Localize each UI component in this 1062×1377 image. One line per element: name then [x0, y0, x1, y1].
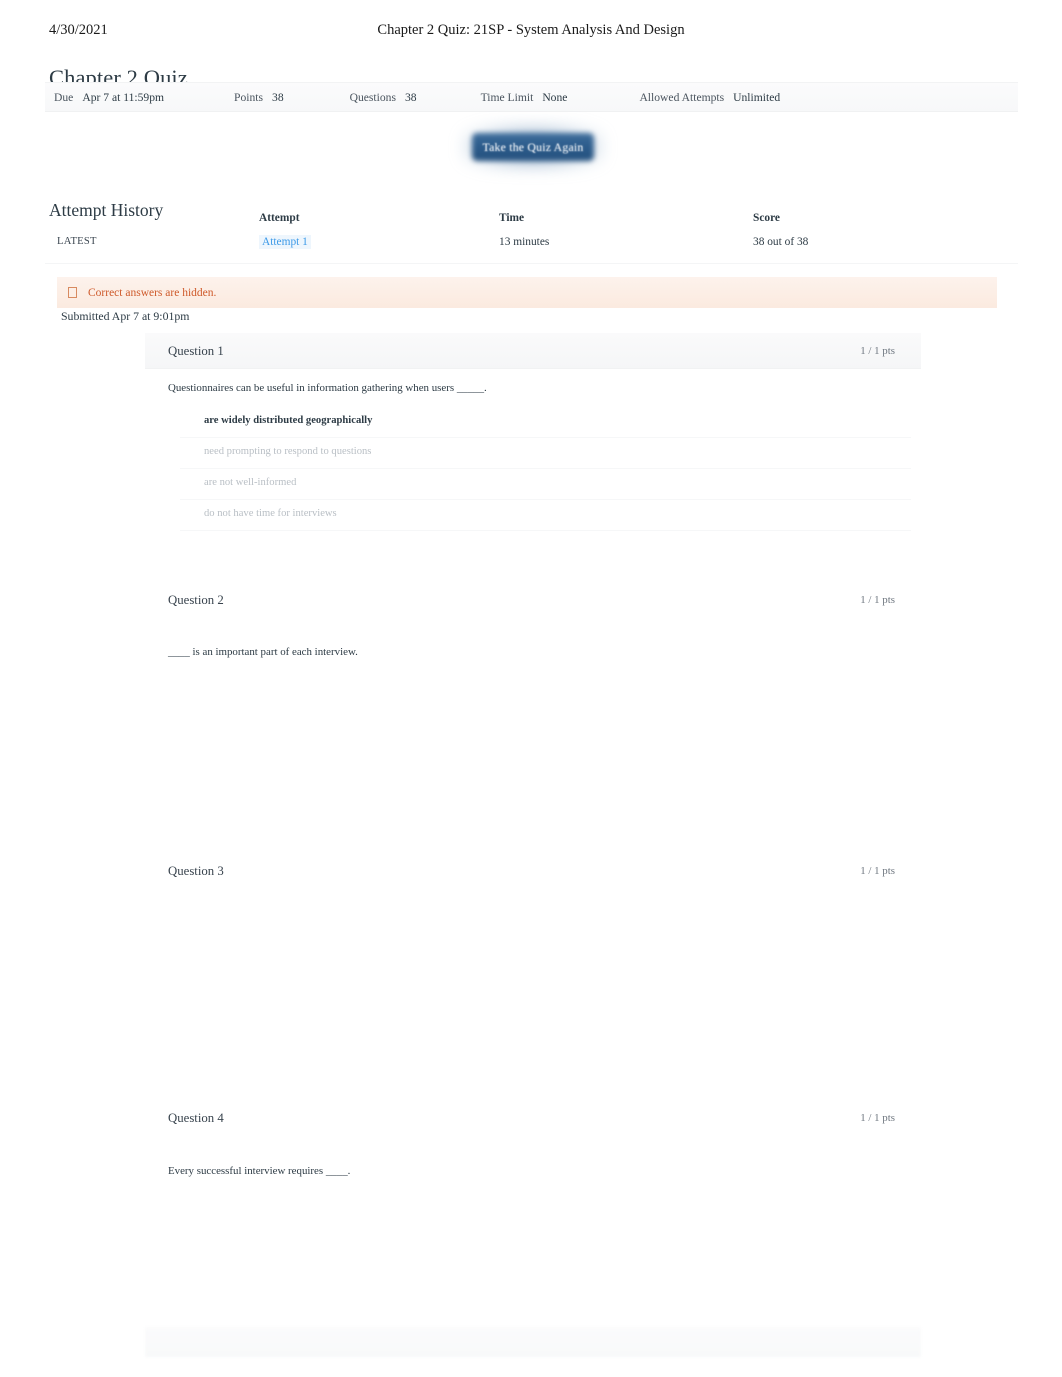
question-points-4: 1 / 1 pts: [860, 1112, 895, 1124]
meta-label-questions: Questions: [349, 90, 396, 104]
meta-item-due: Due Apr 7 at 11:59pm: [54, 91, 164, 104]
column-header-score: Score: [753, 212, 780, 224]
table-header-row: Attempt Time Score: [45, 212, 1018, 236]
answer-text: need prompting to respond to questions: [204, 446, 372, 457]
attempt-history-table: Attempt Time Score LATEST Attempt 1 13 m…: [45, 212, 1018, 264]
meta-value-time-limit: None: [542, 90, 568, 104]
question-points-1: 1 / 1 pts: [860, 345, 895, 357]
attempt-1-link[interactable]: Attempt 1: [259, 235, 311, 249]
document-title: Chapter 2 Quiz: 21SP - System Analysis A…: [377, 22, 685, 38]
attempt-status-badge: LATEST: [57, 236, 97, 247]
question-body-4: Every successful interview requires ____…: [145, 1136, 921, 1310]
meta-item-allowed-attempts: Allowed Attempts Unlimited: [639, 91, 780, 104]
question-prompt-4: Every successful interview requires ____…: [168, 1165, 351, 1177]
question-block-1: Question 1 1 / 1 pts Questionnaires can …: [145, 333, 921, 543]
meta-item-points: Points 38: [234, 91, 284, 104]
meta-label-points: Points: [234, 90, 264, 104]
answer-option[interactable]: are widely distributed geographically: [180, 407, 911, 438]
attempt-score-value: 38 out of 38: [753, 236, 809, 248]
meta-item-time-limit: Time Limit None: [481, 91, 568, 104]
take-quiz-again-button[interactable]: Take the Quiz Again: [462, 124, 604, 170]
table-row: LATEST Attempt 1 13 minutes 38 out of 38: [45, 235, 1018, 264]
answer-list-1: are widely distributed geographically ne…: [180, 407, 911, 531]
print-header: 4/30/2021 Chapter 2 Quiz: 21SP - System …: [0, 22, 1062, 44]
question-block-3: Question 3 1 / 1 pts: [145, 853, 921, 1093]
meta-value-allowed-attempts: Unlimited: [733, 90, 781, 104]
answer-text: are not well-informed: [204, 477, 297, 488]
question-title-4: Question 4: [168, 1111, 224, 1125]
meta-value-points: 38: [272, 90, 284, 104]
question-points-3: 1 / 1 pts: [860, 865, 895, 877]
info-icon: [68, 287, 77, 298]
attempt-time-value: 13 minutes: [499, 236, 550, 248]
answer-option[interactable]: are not well-informed: [180, 469, 911, 500]
question-body-2: ____ is an important part of each interv…: [145, 618, 921, 832]
question-body-3: [145, 889, 921, 1093]
meta-label-due: Due: [54, 90, 74, 104]
banner-text: Correct answers are hidden.: [88, 286, 217, 299]
next-question-partial-block: [145, 1327, 921, 1357]
meta-label-allowed-attempts: Allowed Attempts: [639, 90, 725, 104]
question-title-1: Question 1: [168, 344, 224, 358]
answer-text: do not have time for interviews: [204, 508, 337, 519]
question-header-3: Question 3 1 / 1 pts: [145, 853, 921, 889]
question-block-2: Question 2 1 / 1 pts ____ is an importan…: [145, 582, 921, 832]
question-points-2: 1 / 1 pts: [860, 594, 895, 606]
meta-label-time-limit: Time Limit: [480, 90, 534, 104]
column-header-time: Time: [499, 212, 525, 224]
question-prompt-1: Questionnaires can be useful in informat…: [168, 382, 487, 394]
meta-value-questions: 38: [404, 90, 417, 104]
column-header-attempt: Attempt: [259, 212, 300, 224]
submitted-timestamp: Submitted Apr 7 at 9:01pm: [61, 309, 190, 323]
answer-option[interactable]: need prompting to respond to questions: [180, 438, 911, 469]
question-prompt-2: ____ is an important part of each interv…: [168, 646, 358, 658]
correct-answers-hidden-banner: Correct answers are hidden.: [57, 277, 997, 308]
question-title-2: Question 2: [168, 593, 224, 607]
meta-item-questions: Questions 38: [350, 91, 417, 104]
question-title-3: Question 3: [168, 864, 224, 878]
quiz-meta-strip: Due Apr 7 at 11:59pm Points 38 Questions…: [45, 82, 1018, 112]
take-quiz-again-label: Take the Quiz Again: [482, 139, 584, 154]
question-block-4: Question 4 1 / 1 pts Every successful in…: [145, 1100, 921, 1310]
question-header-4: Question 4 1 / 1 pts: [145, 1100, 921, 1136]
attempt-link-cell: Attempt 1: [259, 235, 311, 249]
question-header-1: Question 1 1 / 1 pts: [145, 333, 921, 369]
answer-text: are widely distributed geographically: [204, 415, 373, 426]
question-header-2: Question 2 1 / 1 pts: [145, 582, 921, 618]
meta-value-due: Apr 7 at 11:59pm: [82, 90, 165, 104]
answer-option[interactable]: do not have time for interviews: [180, 500, 911, 531]
question-body-1: Questionnaires can be useful in informat…: [145, 369, 921, 543]
